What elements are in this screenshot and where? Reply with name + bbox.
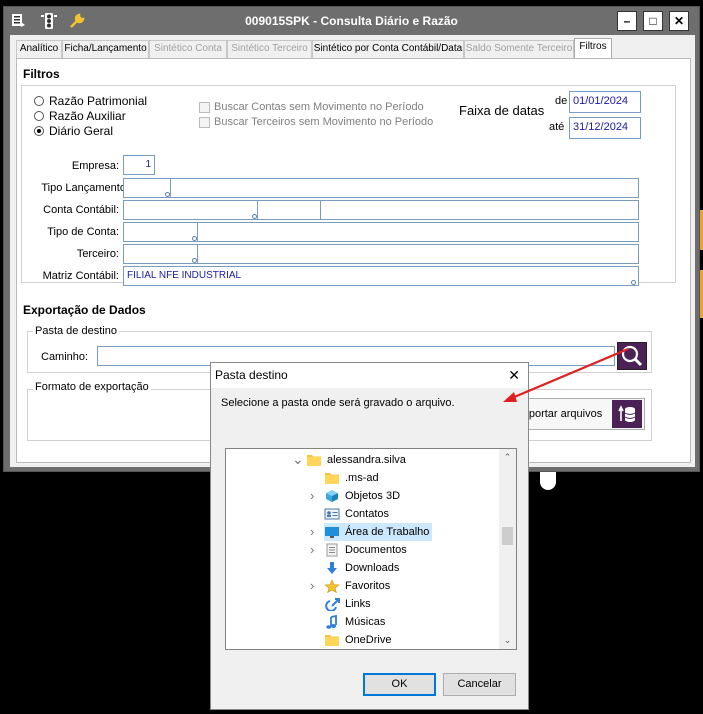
- annotation-arrow: [503, 347, 629, 402]
